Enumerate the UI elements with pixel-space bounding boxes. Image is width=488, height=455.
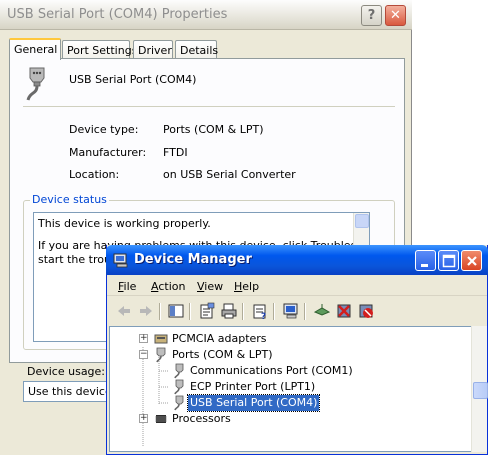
update-driver-icon[interactable] [313, 302, 331, 320]
help-icon[interactable]: ? [251, 302, 269, 320]
printer-port-icon [174, 379, 184, 395]
tree-item-usb-serial-port[interactable]: USB Serial Port (COM4) [110, 394, 471, 412]
tree-item-processors[interactable]: + Processors [110, 411, 471, 427]
uninstall-icon[interactable] [335, 302, 353, 320]
close-icon: ✕ [390, 8, 401, 23]
toolbar-separator [304, 303, 306, 320]
usb-serial-port-icon [174, 395, 184, 411]
tree-label-com1: Communications Port (COM1) [190, 364, 353, 377]
serial-port-icon [26, 67, 45, 101]
pcmcia-adapter-icon [154, 334, 168, 344]
show-hide-console-tree-icon[interactable] [167, 302, 185, 320]
tab-port-settings[interactable]: Port Settings [62, 40, 137, 59]
status-line-1: This device is working properly. [38, 217, 211, 230]
device-manager-title: Device Manager [134, 252, 252, 267]
toolbar: ? [107, 299, 487, 325]
status-scroll-up[interactable] [355, 214, 369, 228]
menu-action[interactable]: Action [151, 280, 185, 293]
expand-pcmcia[interactable]: + [139, 334, 148, 343]
back-arrow-icon[interactable] [115, 302, 133, 320]
toolbar-separator [242, 303, 244, 320]
tab-details[interactable]: Details [175, 40, 219, 59]
tree-label-pcmcia: PCMCIA adapters [172, 332, 267, 345]
toolbar-separator [273, 303, 275, 320]
help-button[interactable]: ? [361, 5, 382, 26]
tab-port-settings-label: Port Settings [67, 44, 138, 57]
properties-icon[interactable] [198, 302, 216, 320]
device-usage-label: Device usage: [27, 365, 106, 378]
tab-driver[interactable]: Driver [133, 40, 173, 59]
tree-item-lpt1[interactable]: ECP Printer Port (LPT1) [110, 379, 471, 395]
collapse-ports[interactable]: − [139, 350, 148, 359]
tree-item-com1[interactable]: Communications Port (COM1) [110, 363, 471, 379]
device-manager-title-bar[interactable]: Device Manager [106, 245, 488, 275]
header-separator [23, 106, 395, 107]
menu-file[interactable]: File [118, 280, 136, 293]
menu-help-rest: elp [242, 280, 260, 293]
manufacturer-label: Manufacturer: [69, 146, 147, 159]
menu-file-rest: ile [123, 280, 137, 293]
tree-item-ports[interactable]: − Ports (COM & LPT) [110, 347, 471, 363]
forward-arrow-icon[interactable] [137, 302, 155, 320]
disable-icon[interactable] [357, 302, 375, 320]
menu-action-rest: ction [158, 280, 186, 293]
minimize-button[interactable] [415, 250, 436, 271]
svg-text:?: ? [261, 312, 266, 320]
maximize-icon [442, 254, 456, 268]
device-tree-scrollbar[interactable] [471, 326, 488, 452]
tab-general-label: General [14, 43, 58, 56]
close-button[interactable]: ✕ [385, 5, 406, 26]
device-type-label: Device type: [69, 123, 139, 136]
processor-icon [155, 415, 167, 423]
minimize-icon [421, 264, 428, 267]
scan-hardware-icon[interactable] [282, 302, 300, 320]
toolbar-separator [189, 303, 191, 320]
menu-bar: File Action View Help [107, 276, 487, 296]
device-tree[interactable]: + PCMCIA adapters − Ports (COM & LPT) Co… [109, 326, 471, 452]
device-manager-app-icon [113, 253, 128, 268]
device-status-label: Device status [30, 193, 109, 206]
manufacturer-value: FTDI [163, 146, 188, 159]
menu-help[interactable]: Help [234, 280, 259, 293]
expand-processors[interactable]: + [139, 414, 148, 423]
communications-port-icon [174, 363, 184, 379]
device-name: USB Serial Port (COM4) [69, 73, 197, 86]
menu-view[interactable]: View [197, 280, 223, 293]
device-type-value: Ports (COM & LPT) [163, 123, 264, 136]
menu-view-rest: iew [204, 280, 224, 293]
location-label: Location: [69, 168, 120, 181]
scrollbar-thumb[interactable] [473, 382, 488, 399]
location-value: on USB Serial Converter [163, 168, 296, 181]
properties-window-title: USB Serial Port (COM4) Properties [7, 7, 228, 22]
dm-close-button[interactable] [461, 250, 482, 271]
tree-item-pcmcia[interactable]: + PCMCIA adapters [110, 331, 471, 347]
properties-title-bar[interactable]: USB Serial Port (COM4) Properties ? ✕ [0, 0, 412, 30]
toolbar-separator [159, 303, 161, 320]
ports-category-icon [156, 347, 166, 363]
help-icon: ? [367, 8, 376, 23]
tab-general[interactable]: General [9, 38, 61, 60]
tab-details-label: Details [180, 44, 219, 57]
tree-label-lpt1: ECP Printer Port (LPT1) [190, 380, 316, 393]
print-icon[interactable] [220, 302, 238, 320]
maximize-button[interactable] [438, 250, 459, 271]
tree-label-processors: Processors [172, 412, 231, 425]
tree-label-usb-serial-port: USB Serial Port (COM4) [186, 394, 321, 412]
tree-label-ports: Ports (COM & LPT) [172, 348, 273, 361]
tab-driver-label: Driver [138, 44, 172, 57]
dm-close-icon [467, 256, 477, 266]
device-manager-window: Device Manager File Action View Help ? +… [106, 245, 488, 455]
